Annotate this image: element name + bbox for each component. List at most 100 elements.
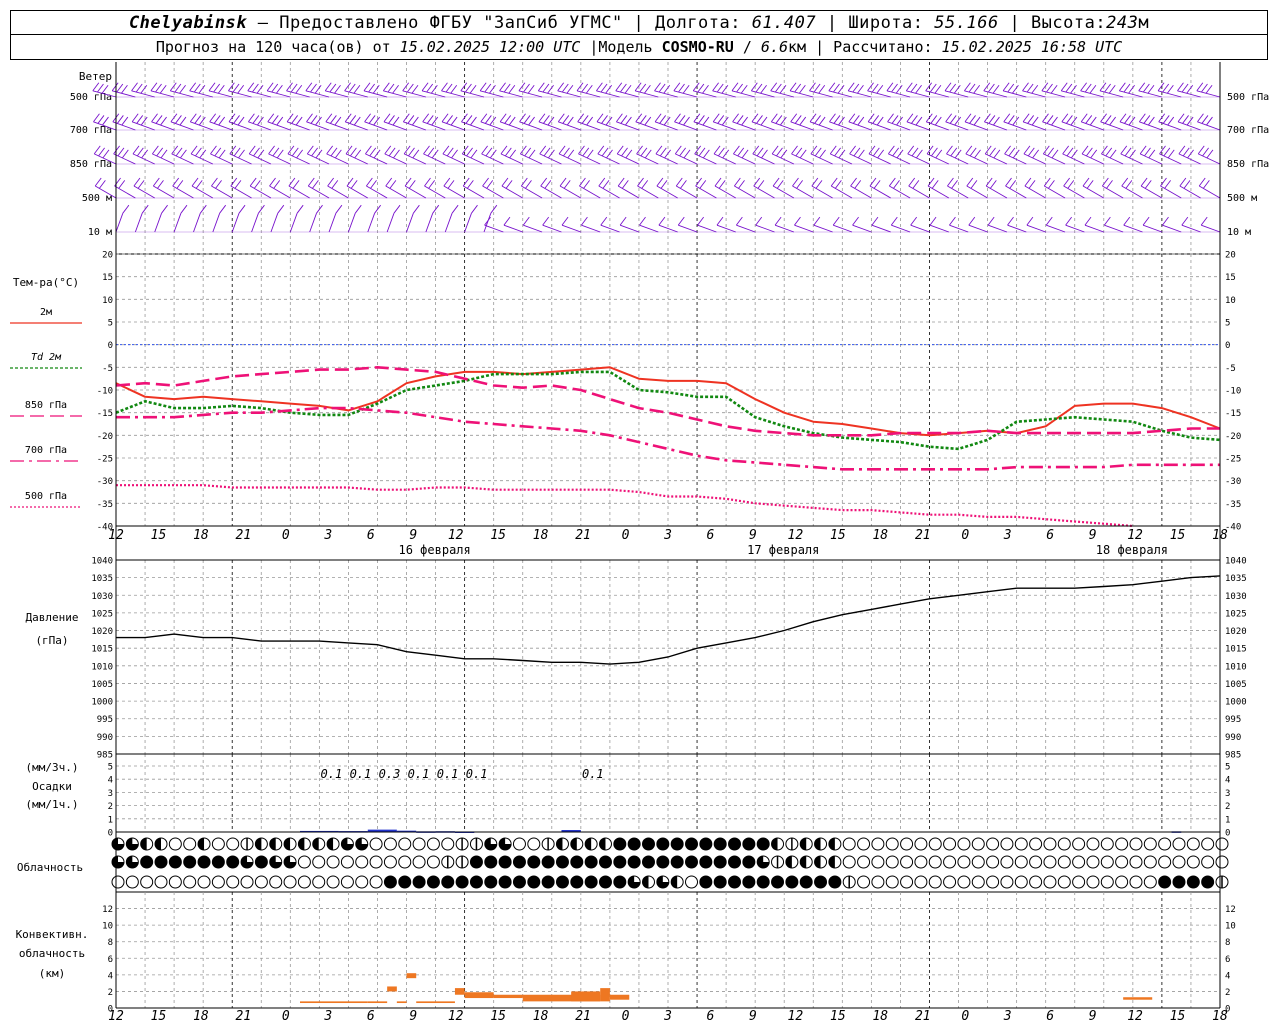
cloud-symbol: [756, 875, 770, 889]
pressure-ytick-left: 985: [97, 751, 113, 761]
wind-barb-shaft: [968, 224, 988, 233]
cloud-symbol: [971, 855, 985, 869]
cloud-symbol-circle: [326, 875, 340, 889]
wind-barb-feather: [141, 149, 149, 159]
wind-barb-feather: [713, 145, 721, 155]
wind-barb-shaft: [639, 224, 659, 233]
wind-barb-shaft: [1044, 185, 1066, 199]
cloud-symbol-fill: [814, 856, 821, 868]
cloud-symbol: [312, 875, 326, 889]
cloud-symbol: [326, 837, 340, 851]
wind-barb-feather: [796, 180, 803, 189]
cloud-symbol: [111, 875, 125, 889]
wind-barb-feather: [596, 82, 603, 92]
cloud-symbol: [713, 837, 727, 851]
wind-barb-feather: [486, 180, 494, 189]
cloud-symbol-circle: [871, 875, 885, 889]
wind-barb-feather: [582, 147, 590, 157]
temperature-series-line: [116, 484, 1133, 528]
wind-barb-feather: [315, 149, 323, 159]
cloud-symbol: [555, 855, 569, 869]
wind-barb-feather: [489, 149, 497, 159]
wind-barb-feather: [1106, 180, 1113, 189]
wind-barb-feather: [326, 145, 334, 155]
cloud-symbol: [469, 855, 483, 869]
wind-barb-shaft: [306, 121, 330, 131]
cloud-symbol: [355, 837, 369, 851]
wind-barb-feather: [1139, 145, 1147, 155]
wind-barb-shaft: [966, 185, 988, 199]
wind-barb-feather: [567, 149, 575, 159]
wind-barb-feather: [1086, 147, 1093, 157]
wind-barb-feather: [886, 82, 894, 92]
wind-barb-feather: [601, 147, 609, 157]
wind-barb-feather: [97, 115, 105, 124]
wind-barb-feather: [619, 216, 627, 226]
wind-barb-feather: [674, 145, 682, 155]
wind-barb-feather: [947, 177, 954, 187]
wind-barb-shaft: [852, 224, 872, 233]
convective-ytick-right: 8: [1225, 938, 1230, 948]
wind-barb-feather: [1205, 85, 1213, 94]
wind-barb-shaft: [1046, 224, 1066, 233]
wind-barb-shaft: [1197, 121, 1221, 131]
wind-barb-shaft: [1005, 185, 1027, 199]
cloud-symbol: [211, 875, 225, 889]
wind-barb-feather: [312, 180, 319, 189]
wind-barb-feather: [157, 180, 164, 189]
wind-barb-shaft: [151, 121, 175, 131]
wind-barb-shaft: [538, 90, 562, 98]
wind-barb-feather: [389, 180, 397, 189]
convective-cloud-bar: [600, 988, 610, 1002]
cloud-symbol: [771, 837, 785, 851]
cloud-symbol-circle: [1158, 875, 1172, 889]
cloud-symbol: [498, 855, 512, 869]
wind-barb-feather: [257, 149, 265, 159]
cloud-symbol-circle: [598, 875, 612, 889]
cloud-symbol: [125, 875, 139, 889]
time-tick-label: 15: [151, 528, 167, 543]
wind-barb-shaft: [770, 90, 795, 98]
wind-barb-feather: [229, 145, 237, 155]
cloud-symbol-circle: [340, 855, 354, 869]
cloud-symbol: [900, 875, 914, 889]
wind-barb-feather: [1121, 177, 1129, 187]
cloud-symbol-circle: [254, 875, 268, 889]
wind-barb-feather: [412, 116, 419, 126]
time-tick-label: 3: [323, 528, 332, 543]
wind-barb-feather: [635, 113, 643, 123]
wind-barb-feather: [834, 147, 841, 157]
wind-barb-feather: [1197, 113, 1204, 123]
wind-barb-feather: [253, 180, 261, 189]
time-tick-label-bottom: 12: [788, 1009, 804, 1024]
time-tick-label: 12: [788, 528, 804, 543]
wind-barb-feather: [484, 115, 492, 124]
wind-barb-feather: [116, 115, 124, 124]
temperature-ytick-right: -35: [1225, 500, 1241, 510]
wind-barb-feather: [1008, 147, 1016, 157]
wind-barb-feather: [228, 113, 236, 123]
wind-barb-feather: [624, 85, 632, 94]
wind-barb-feather: [660, 180, 668, 189]
cloud-symbol: [1158, 855, 1172, 869]
convective-cloud-bar: [493, 994, 523, 999]
wind-barb-feather: [344, 113, 352, 123]
wind-barb-feather: [908, 177, 916, 187]
time-tick-label-bottom: 0: [282, 1009, 290, 1024]
cloud-symbol-circle: [914, 837, 928, 851]
wind-barb-shaft: [523, 224, 543, 233]
wind-barb-feather: [828, 82, 836, 92]
wind-barb-feather: [605, 85, 613, 94]
wind-barb-shaft: [906, 90, 930, 98]
wind-barb-feather: [561, 216, 569, 226]
cloud-symbol-circle: [1172, 837, 1186, 851]
cloud-symbol: [254, 837, 268, 851]
cloud-symbol-fill: [284, 838, 291, 850]
cloud-symbol-circle: [154, 855, 168, 869]
wind-barb-shaft: [596, 90, 620, 98]
wind-barb-feather: [927, 177, 935, 187]
wind-barb-feather: [469, 85, 477, 94]
precip-ytick-left: 1: [108, 815, 113, 825]
cloud-symbol: [857, 837, 871, 851]
wind-barb-feather: [136, 115, 144, 124]
